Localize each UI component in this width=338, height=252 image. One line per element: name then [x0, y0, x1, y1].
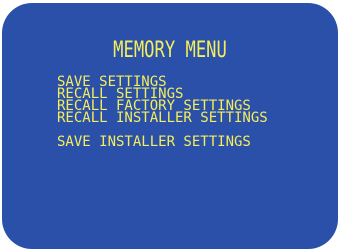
menu-item-recall-installer-settings[interactable]: RECALL INSTALLER SETTINGS	[57, 111, 268, 125]
menu-item-save-installer-settings[interactable]: SAVE INSTALLER SETTINGS	[57, 135, 268, 149]
memory-menu-panel: MEMORY MENU SAVE SETTINGS RECALL SETTING…	[2, 3, 338, 249]
menu-title: MEMORY MENU	[113, 38, 227, 63]
menu-item-list: SAVE SETTINGS RECALL SETTINGS RECALL FAC…	[57, 75, 268, 149]
